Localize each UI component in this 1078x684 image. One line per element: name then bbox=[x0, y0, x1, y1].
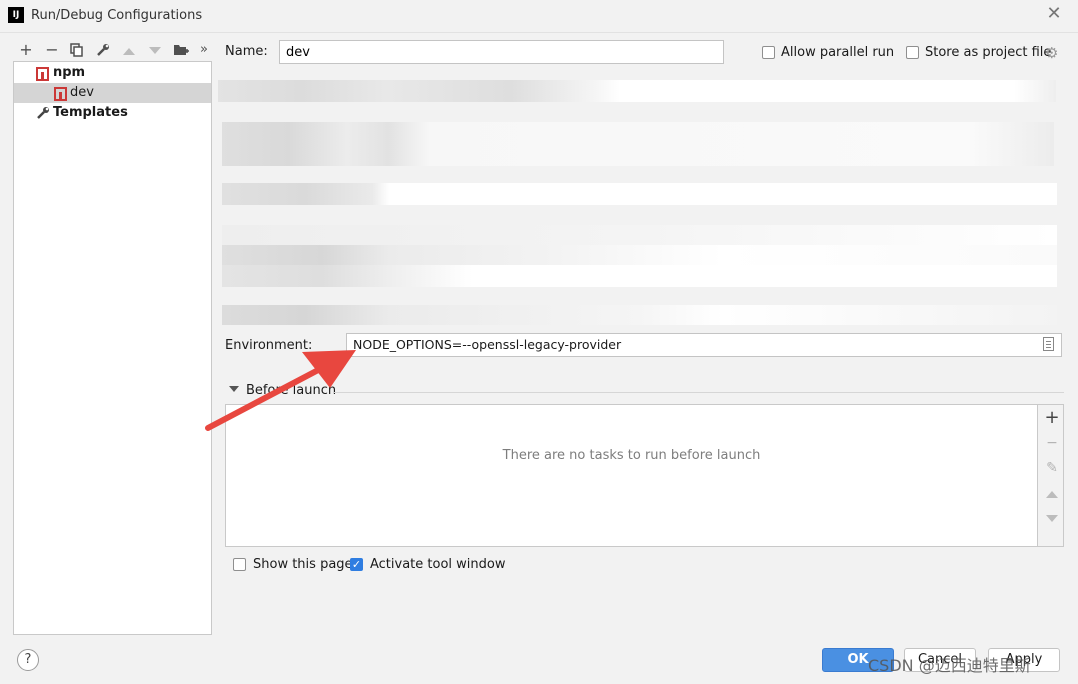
csdn-watermark: CSDN @迈西迪特里斯 bbox=[868, 656, 1031, 675]
show-this-page-checkbox[interactable] bbox=[233, 558, 246, 571]
tree-item-npm[interactable]: npm bbox=[14, 63, 211, 83]
activate-tool-window-checkbox[interactable]: ✓ bbox=[350, 558, 363, 571]
intellij-app-icon: IJ bbox=[8, 7, 24, 23]
move-up-icon[interactable] bbox=[1042, 484, 1062, 504]
before-launch-title: Before launch bbox=[246, 383, 337, 398]
edit-pencil-icon[interactable]: ✎ bbox=[1042, 458, 1062, 478]
redacted-field bbox=[222, 122, 1054, 166]
environment-label: Environment: bbox=[225, 338, 313, 353]
move-down-icon[interactable] bbox=[1042, 509, 1062, 529]
store-as-project-file-checkbox[interactable] bbox=[906, 46, 919, 59]
redacted-field bbox=[222, 305, 1057, 325]
wrench-icon[interactable] bbox=[93, 40, 113, 60]
npm-icon bbox=[54, 87, 67, 101]
tree-item-dev[interactable]: dev bbox=[14, 83, 211, 103]
allow-parallel-run-label: Allow parallel run bbox=[781, 45, 895, 60]
tree-item-label: dev bbox=[70, 85, 94, 100]
allow-parallel-run-checkbox[interactable] bbox=[762, 46, 775, 59]
show-this-page-label: Show this page bbox=[253, 557, 353, 572]
help-button[interactable]: ? bbox=[17, 649, 39, 671]
redacted-field bbox=[222, 183, 1057, 205]
add-icon[interactable]: + bbox=[16, 40, 36, 60]
collapse-arrow-icon[interactable] bbox=[229, 386, 239, 392]
add-task-icon[interactable]: + bbox=[1042, 408, 1062, 428]
remove-task-icon[interactable]: − bbox=[1042, 433, 1062, 453]
divider bbox=[334, 392, 1064, 393]
tree-item-label: npm bbox=[53, 65, 86, 80]
close-icon[interactable]: ✕ bbox=[1044, 4, 1064, 24]
remove-icon[interactable]: − bbox=[42, 40, 62, 60]
empty-state-text: There are no tasks to run before launch bbox=[502, 448, 761, 463]
more-icon[interactable]: » bbox=[197, 40, 211, 60]
activate-tool-window-label: Activate tool window bbox=[370, 557, 506, 572]
browse-environment-icon[interactable] bbox=[1043, 337, 1054, 351]
tree-item-templates[interactable]: Templates bbox=[14, 103, 211, 123]
configuration-tree[interactable]: npm dev Templates bbox=[13, 61, 212, 635]
name-label: Name: bbox=[225, 44, 268, 59]
redacted-field bbox=[222, 225, 1057, 245]
wrench-icon bbox=[37, 107, 49, 119]
name-input[interactable] bbox=[279, 40, 724, 64]
gear-icon[interactable]: ⚙ bbox=[1045, 44, 1058, 62]
store-as-project-file-label: Store as project file bbox=[925, 45, 1052, 60]
redacted-field bbox=[218, 80, 1056, 102]
environment-input[interactable]: NODE_OPTIONS=--openssl-legacy-provider bbox=[346, 333, 1062, 357]
before-launch-task-list[interactable] bbox=[225, 404, 1038, 547]
window-title: Run/Debug Configurations bbox=[31, 8, 203, 23]
move-up-icon[interactable] bbox=[119, 40, 139, 60]
copy-icon[interactable] bbox=[67, 40, 87, 60]
new-folder-icon[interactable] bbox=[171, 40, 191, 60]
move-down-icon[interactable] bbox=[145, 40, 165, 60]
redacted-field bbox=[222, 265, 1057, 287]
npm-icon bbox=[36, 67, 49, 81]
tree-item-label: Templates bbox=[53, 105, 128, 120]
redacted-field bbox=[222, 245, 1057, 267]
